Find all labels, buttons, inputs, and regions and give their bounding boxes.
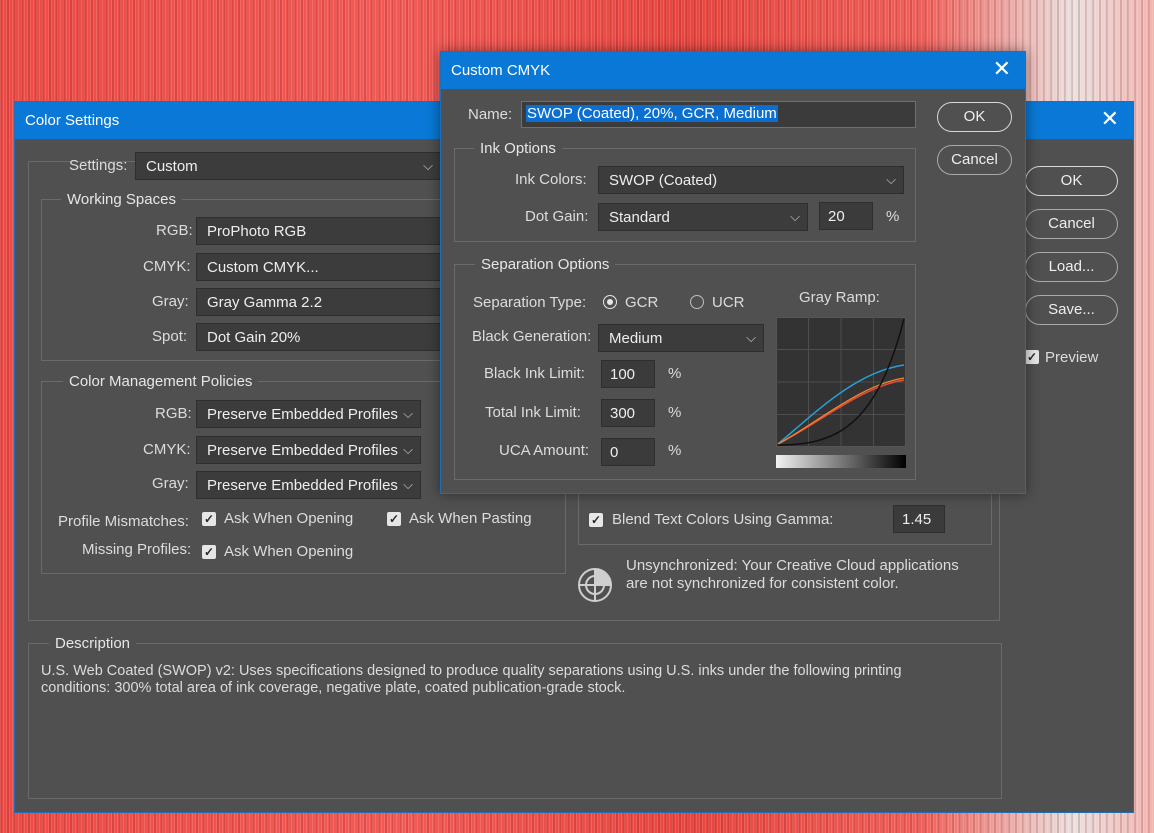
- save-button[interactable]: Save...: [1025, 295, 1118, 325]
- ask-pasting-label: Ask When Pasting: [409, 510, 532, 527]
- settings-label: Settings:: [69, 157, 128, 174]
- settings-select[interactable]: Custom ⌵: [135, 152, 441, 180]
- black-ink-limit-input[interactable]: 100: [601, 360, 655, 388]
- ask-opening-label: Ask When Opening: [224, 510, 354, 527]
- total-ink-percent: %: [668, 404, 682, 421]
- dot-gain-label: Dot Gain:: [525, 208, 589, 225]
- uca-amount-label: UCA Amount:: [499, 442, 590, 459]
- chevron-down-icon: ⌵: [403, 406, 413, 421]
- chevron-down-icon: ⌵: [790, 209, 800, 224]
- uca-amount-percent: %: [668, 442, 682, 459]
- dot-gain-amount-input[interactable]: 20: [819, 202, 873, 230]
- sync-status-icon: [578, 568, 612, 602]
- close-icon[interactable]: ✕: [993, 58, 1011, 80]
- uca-amount-input[interactable]: 0: [601, 438, 655, 466]
- policies-title: Color Management Policies: [63, 373, 259, 390]
- preview-label: Preview: [1045, 349, 1099, 366]
- gcr-label: GCR: [625, 294, 659, 311]
- description-title: Description: [49, 635, 137, 652]
- ws-cmyk-label: CMYK:: [143, 258, 191, 275]
- blend-text-checkbox[interactable]: ✓: [589, 513, 603, 527]
- ws-gray-label: Gray:: [152, 293, 189, 310]
- missing-profiles-label: Missing Profiles:: [82, 541, 192, 558]
- ucr-radio[interactable]: [690, 295, 704, 309]
- gray-ramp-graph: [776, 317, 906, 447]
- dot-gain-percent: %: [886, 208, 900, 225]
- blend-text-label: Blend Text Colors Using Gamma:: [612, 511, 834, 528]
- ask-opening-missing-checkbox[interactable]: ✓: [202, 545, 216, 559]
- gcr-radio[interactable]: [603, 295, 617, 309]
- total-ink-limit-label: Total Ink Limit:: [485, 404, 581, 421]
- gray-ramp-label: Gray Ramp:: [799, 289, 880, 306]
- cmyk-ok-button[interactable]: OK: [937, 102, 1012, 132]
- ink-colors-select[interactable]: SWOP (Coated) ⌵: [598, 166, 904, 194]
- profile-mismatches-label: Profile Mismatches:: [58, 513, 189, 530]
- load-button[interactable]: Load...: [1025, 252, 1118, 282]
- ask-opening-checkbox[interactable]: ✓: [202, 512, 216, 526]
- custom-cmyk-dialog: Custom CMYK ✕ Name: SWOP (Coated), 20%, …: [440, 51, 1026, 494]
- dialog-title: Color Settings: [25, 112, 120, 129]
- working-spaces-title: Working Spaces: [61, 191, 182, 208]
- ws-spot-label: Spot:: [152, 328, 188, 345]
- ask-opening-missing-label: Ask When Opening: [224, 543, 354, 560]
- policy-gray-label: Gray:: [152, 475, 189, 492]
- total-ink-limit-input[interactable]: 300: [601, 399, 655, 427]
- gray-ramp-gradient: [776, 455, 906, 468]
- sync-status-line1: Unsynchronized: Your Creative Cloud appl…: [626, 557, 959, 574]
- chevron-down-icon: ⌵: [423, 158, 433, 173]
- ws-cmyk-select[interactable]: Custom CMYK...: [196, 253, 454, 281]
- description-line1: U.S. Web Coated (SWOP) v2: Uses specific…: [41, 663, 902, 679]
- ok-button[interactable]: OK: [1025, 166, 1118, 196]
- cmyk-cancel-button[interactable]: Cancel: [937, 145, 1012, 175]
- separation-options-title: Separation Options: [475, 256, 616, 273]
- close-icon[interactable]: ✕: [1101, 108, 1119, 130]
- ink-colors-label: Ink Colors:: [515, 171, 587, 188]
- ask-pasting-checkbox[interactable]: ✓: [387, 512, 401, 526]
- preview-checkbox[interactable]: ✓: [1025, 350, 1039, 364]
- black-generation-select[interactable]: Medium ⌵: [598, 324, 764, 352]
- name-label: Name:: [468, 106, 513, 123]
- policy-gray-select[interactable]: Preserve Embedded Profiles ⌵: [196, 471, 421, 499]
- ink-options-title: Ink Options: [474, 140, 562, 157]
- custom-cmyk-titlebar[interactable]: Custom CMYK ✕: [441, 52, 1025, 89]
- policy-rgb-label: RGB:: [155, 405, 192, 422]
- chevron-down-icon: ⌵: [403, 442, 413, 457]
- sync-status-line2: are not synchronized for consistent colo…: [626, 575, 899, 592]
- chevron-down-icon: ⌵: [403, 477, 413, 492]
- name-input[interactable]: SWOP (Coated), 20%, GCR, Medium: [521, 101, 916, 128]
- ws-spot-select[interactable]: Dot Gain 20%: [196, 323, 454, 351]
- description-line2: conditions: 300% total area of ink cover…: [41, 680, 626, 696]
- ucr-label: UCR: [712, 294, 745, 311]
- policy-cmyk-label: CMYK:: [143, 441, 191, 458]
- dot-gain-select[interactable]: Standard ⌵: [598, 203, 808, 231]
- policy-rgb-select[interactable]: Preserve Embedded Profiles ⌵: [196, 400, 421, 428]
- cancel-button[interactable]: Cancel: [1025, 209, 1118, 239]
- black-generation-label: Black Generation:: [472, 328, 592, 345]
- ws-rgb-label: RGB:: [156, 222, 193, 239]
- chevron-down-icon: ⌵: [886, 172, 896, 187]
- cmyk-dialog-title: Custom CMYK: [451, 62, 551, 79]
- separation-type-label: Separation Type:: [473, 294, 587, 311]
- ws-rgb-select[interactable]: ProPhoto RGB: [196, 217, 454, 245]
- ws-gray-select[interactable]: Gray Gamma 2.2: [196, 288, 454, 316]
- chevron-down-icon: ⌵: [746, 330, 756, 345]
- black-ink-limit-label: Black Ink Limit:: [484, 365, 585, 382]
- blend-text-gamma-input[interactable]: 1.45: [893, 505, 945, 533]
- black-ink-percent: %: [668, 365, 682, 382]
- policy-cmyk-select[interactable]: Preserve Embedded Profiles ⌵: [196, 436, 421, 464]
